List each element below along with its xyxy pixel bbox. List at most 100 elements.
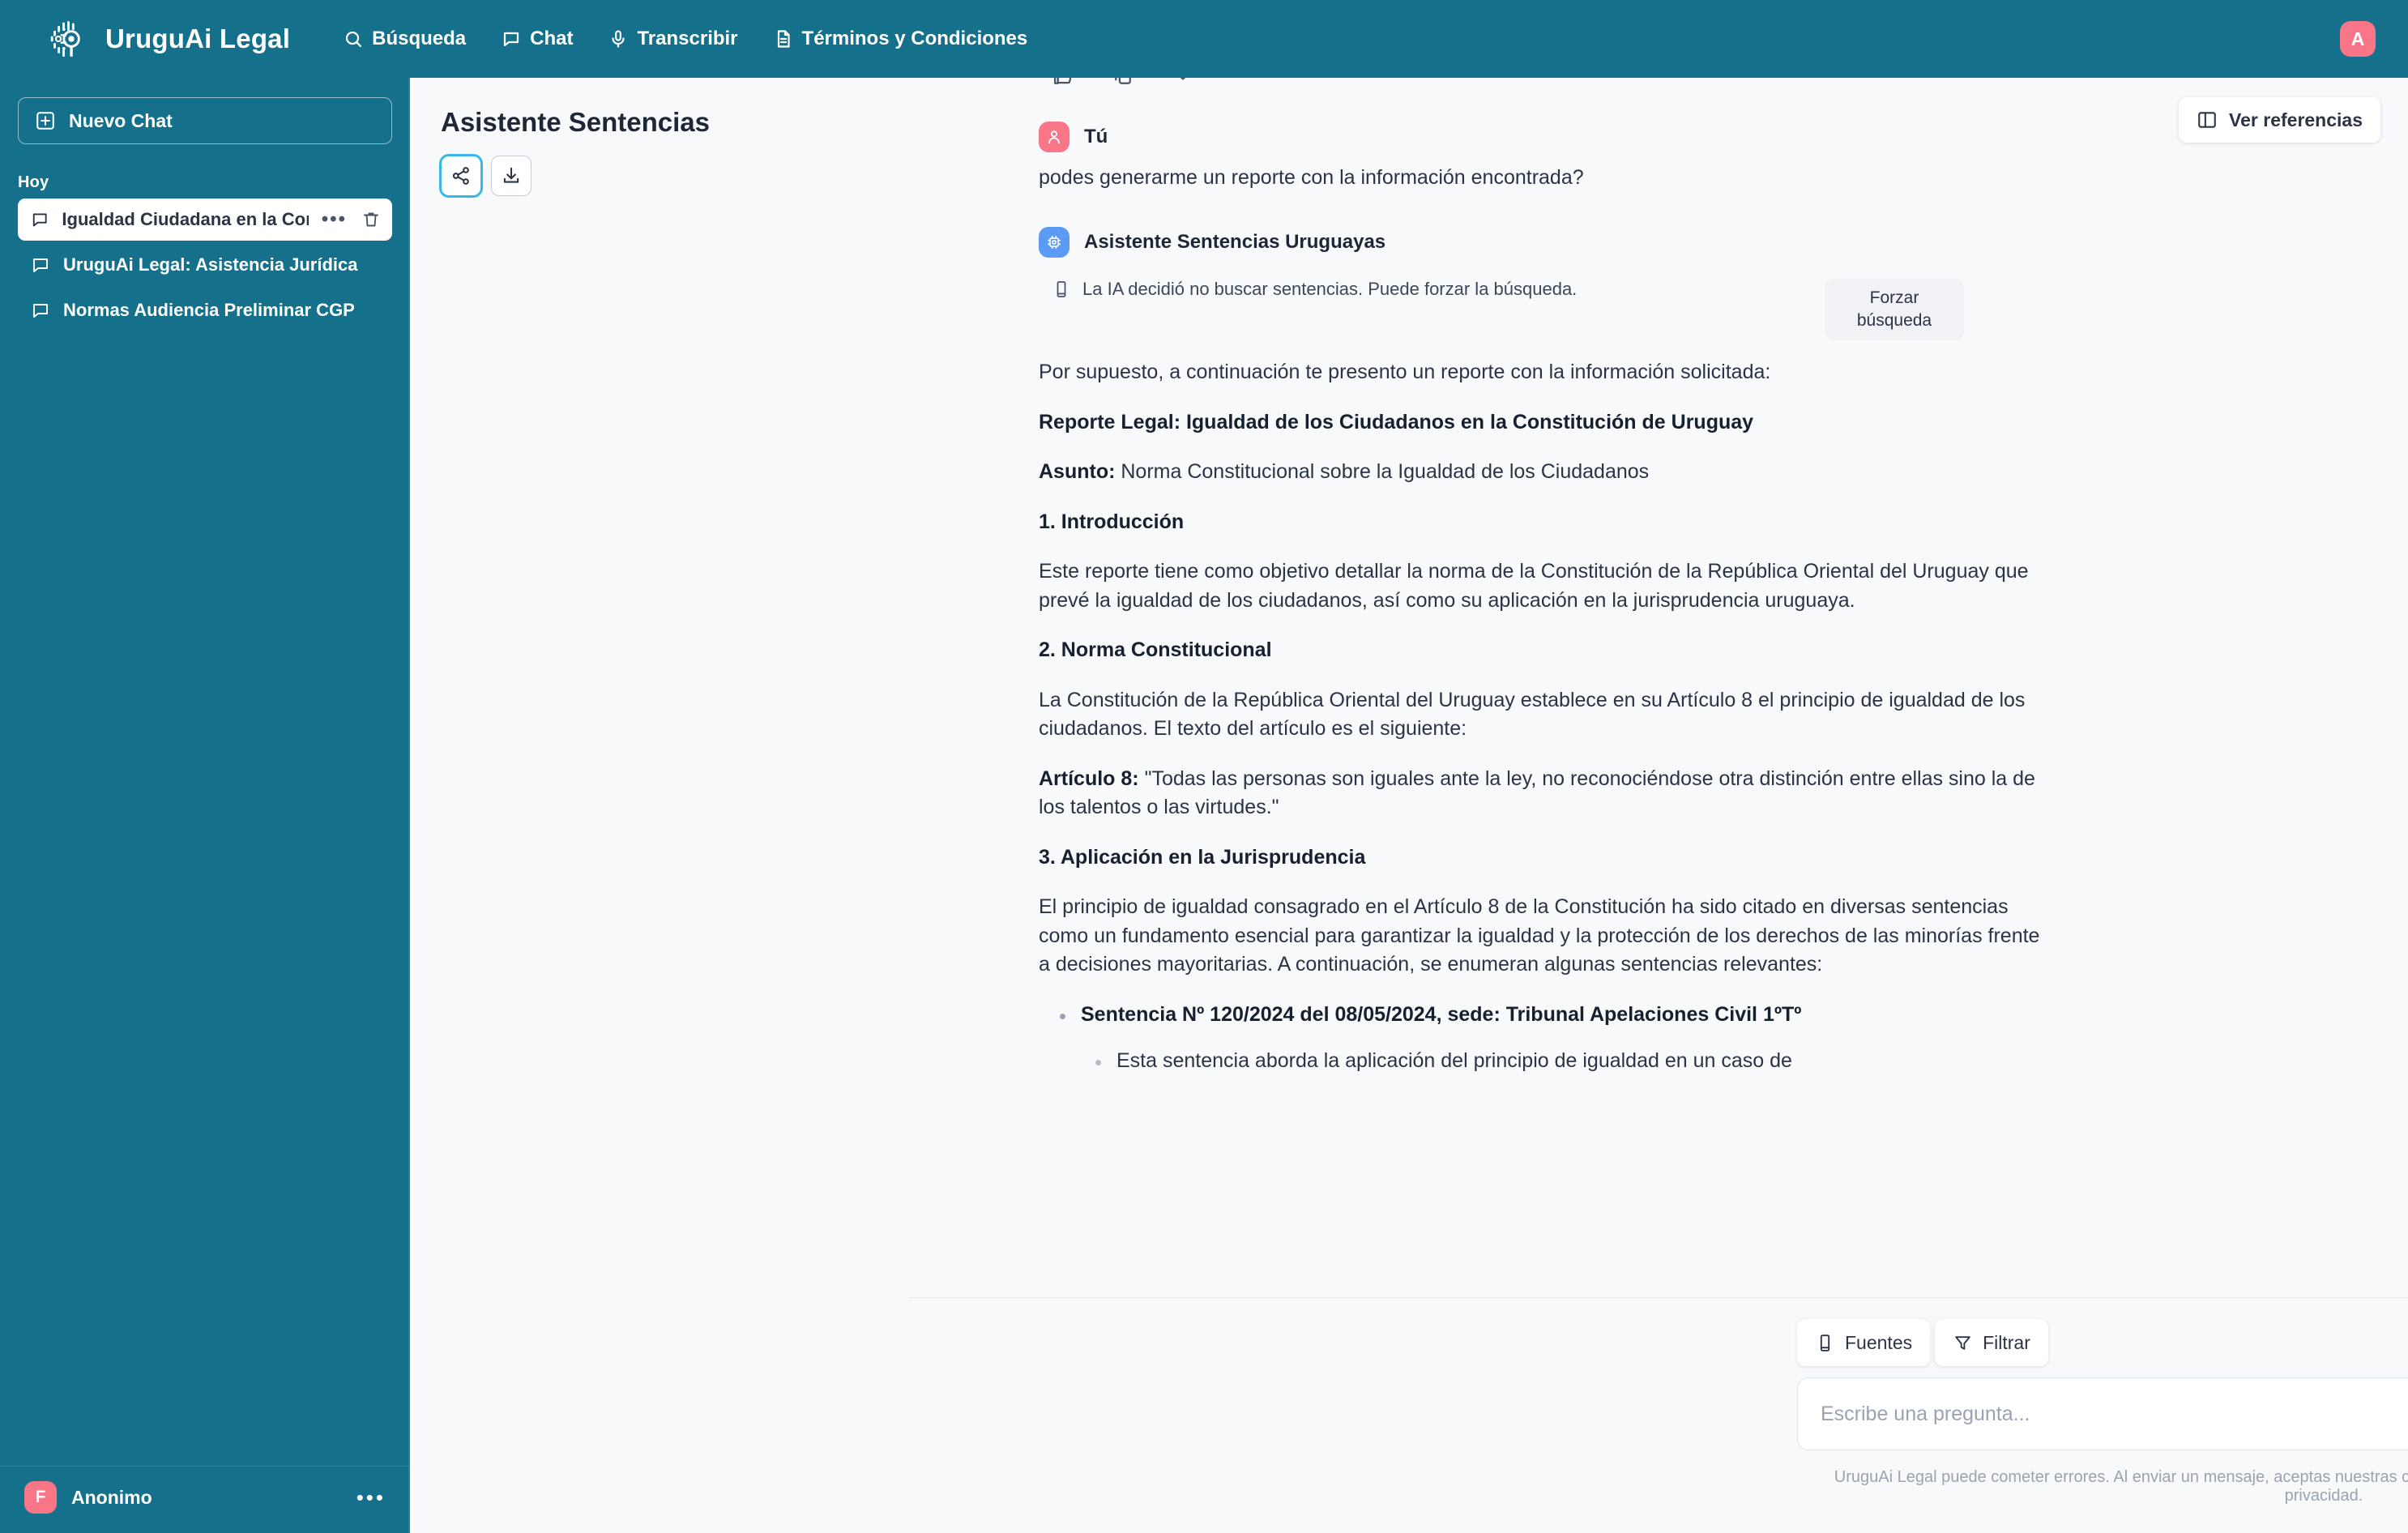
conversation-column: Tú podes generarme un reporte con la inf… (909, 66, 2408, 1533)
app-shell: Nuevo Chat Hoy Igualdad Ciudadana en la … (0, 66, 2408, 1533)
sidebar-section-label: Hoy (18, 173, 49, 191)
sources-label: Fuentes (1845, 1331, 1913, 1353)
sidebar-top: Nuevo Chat (0, 78, 410, 144)
page-title: Asistente Sentencias (441, 107, 710, 137)
assistant-message-header: Asistente Sentencias Uruguayas (1039, 226, 2051, 258)
user-message-body: podes generarme un reporte con la inform… (1039, 164, 2051, 193)
sentence-reference: Sentencia Nº 120/2024 del 08/05/2024, se… (1081, 1002, 1802, 1026)
book-icon (1820, 1334, 1830, 1352)
chat-history-list: Igualdad Ciudadana en la Cons ••• UruguA… (0, 199, 410, 331)
sources-button[interactable]: Fuentes (1797, 1319, 1931, 1366)
message-input-shell (1797, 1377, 2408, 1450)
report-subject-label: Asunto: (1039, 460, 1116, 484)
section-3-title: 3. Aplicación en la Jurisprudencia (1039, 845, 1366, 869)
new-chat-label: Nuevo Chat (69, 109, 173, 131)
nav-item-busqueda[interactable]: Búsqueda (340, 23, 469, 55)
user-message-text: podes generarme un reporte con la inform… (1039, 166, 1584, 189)
filter-icon (1955, 1335, 1970, 1350)
assistant-message-body: La IA decidió no buscar sentencias. Pued… (1039, 278, 2051, 1076)
force-search-button[interactable]: Forzar búsqueda (1825, 278, 1964, 341)
sidebar-chat-label: Igualdad Ciudadana en la Cons (62, 209, 309, 229)
section-3-body: El principio de igualdad consagrado en e… (1039, 895, 2040, 976)
top-navigation-bar: UruguAi Legal Búsqueda Chat Transcribir … (0, 0, 2408, 78)
sentence-list: Sentencia Nº 120/2024 del 08/05/2024, se… (1039, 1001, 2051, 1076)
section-1-body: Este reporte tiene como objetivo detalla… (1039, 560, 2029, 612)
user-message-author: Tú (1084, 126, 1108, 147)
user-message-header: Tú (1039, 122, 2051, 152)
report-subject: Asunto: Norma Constitucional sobre la Ig… (1039, 458, 2051, 487)
composer-disclaimer: UruguAi Legal puede cometer errores. Al … (1834, 1468, 2408, 1505)
assistant-message-author: Asistente Sentencias Uruguayas (1084, 230, 1386, 253)
share-button[interactable] (441, 156, 481, 196)
main-content: Ver referencias Asistente Sentencias Tú … (410, 66, 2408, 1533)
sidebar-chat-item-normas[interactable]: Normas Audiencia Preliminar CGP (18, 289, 392, 331)
download-button[interactable] (491, 156, 532, 196)
panel-right-icon (2198, 112, 2216, 128)
article-8-label: Artículo 8: (1039, 766, 1139, 790)
nav-item-chat[interactable]: Chat (498, 23, 576, 55)
sidebar: Nuevo Chat Hoy Igualdad Ciudadana en la … (0, 78, 410, 1533)
chat-bubble-icon (33, 258, 48, 272)
list-item: Sentencia Nº 120/2024 del 08/05/2024, se… (1060, 1001, 2051, 1076)
search-notice-text: La IA decidió no buscar sentencias. Pued… (1082, 278, 1578, 299)
assistant-intro-text: Por supuesto, a continuación te presento… (1039, 361, 1771, 384)
user-name: Anonimo (71, 1486, 152, 1508)
article-8-text: "Todas las personas son iguales ante la … (1039, 766, 2035, 819)
composer-chips: Fuentes Filtrar (1797, 1319, 2408, 1366)
user-avatar: F (24, 1481, 57, 1514)
search-notice-row: La IA decidió no buscar sentencias. Pued… (1039, 278, 2051, 341)
section-2-title: 2. Norma Constitucional (1039, 638, 1272, 662)
plus-square-icon (36, 112, 54, 130)
assistant-panel: Asistente Sentencias (410, 78, 909, 1533)
user-message: Tú podes generarme un reporte con la inf… (1039, 122, 2051, 193)
message-scroll-area[interactable]: Tú podes generarme un reporte con la inf… (909, 78, 2408, 1297)
new-chat-button[interactable]: Nuevo Chat (18, 97, 392, 144)
share-icon (452, 167, 469, 185)
brand-name: UruguAi Legal (105, 23, 291, 53)
sidebar-chat-item-igualdad[interactable]: Igualdad Ciudadana en la Cons ••• (18, 199, 392, 241)
message-input[interactable] (1798, 1378, 2408, 1450)
list-item: Esta sentencia aborda la aplicación del … (1095, 1047, 2051, 1076)
book-icon (1057, 280, 1066, 297)
article-8-quote: Artículo 8: "Todas las personas son igua… (1039, 765, 2051, 822)
nav-label-terminos: Términos y Condiciones (801, 28, 1028, 49)
search-icon (346, 31, 362, 48)
person-icon (1048, 130, 1060, 144)
sidebar-chat-label: Normas Audiencia Preliminar CGP (63, 300, 355, 320)
view-references-button[interactable]: Ver referencias (2179, 97, 2380, 143)
sidebar-chat-label: UruguAi Legal: Asistencia Jurídica (63, 254, 358, 275)
circuit-logo-icon (50, 21, 80, 57)
trash-icon[interactable] (361, 210, 381, 229)
scroll-fade (909, 1279, 2408, 1297)
assistant-message: Asistente Sentencias Uruguayas La IA dec… (1039, 226, 2051, 1076)
nav-label-busqueda: Búsqueda (372, 28, 467, 49)
sidebar-chat-item-asistencia[interactable]: UruguAi Legal: Asistencia Jurídica (18, 244, 392, 286)
document-icon (777, 30, 790, 48)
sentence-sublist: Esta sentencia aborda la aplicación del … (1081, 1047, 2051, 1076)
message-list: Tú podes generarme un reporte con la inf… (1039, 122, 2051, 1076)
bot-avatar-icon (1039, 226, 1070, 258)
chat-bubble-icon (33, 304, 48, 318)
user-avatar-icon (1039, 122, 1070, 152)
microphone-icon (612, 30, 625, 48)
sidebar-chat-more-icon[interactable]: ••• (322, 210, 347, 229)
view-references-label: Ver referencias (2229, 109, 2363, 130)
panel-actions (441, 156, 909, 196)
filter-label: Filtrar (1983, 1331, 2030, 1353)
top-nav-items: Búsqueda Chat Transcribir Términos y Con… (340, 23, 1031, 55)
user-menu-icon[interactable]: ••• (357, 1487, 386, 1508)
brand[interactable]: UruguAi Legal (45, 17, 290, 61)
section-2-body: La Constitución de la República Oriental… (1039, 688, 2026, 741)
sidebar-user-footer[interactable]: F Anonimo ••• (0, 1466, 410, 1533)
filter-button[interactable]: Filtrar (1935, 1319, 2048, 1366)
nav-label-chat: Chat (530, 28, 574, 49)
composer-area: Fuentes Filtrar UruguAi Leg (909, 1297, 2408, 1533)
nav-item-terminos[interactable]: Términos y Condiciones (771, 23, 1031, 55)
report-title: Reporte Legal: Igualdad de los Ciudadano… (1039, 410, 1754, 433)
account-avatar[interactable]: A (2340, 21, 2376, 57)
section-1-title: 1. Introducción (1039, 510, 1185, 533)
nav-item-transcribir[interactable]: Transcribir (605, 23, 741, 55)
search-notice: La IA decidió no buscar sentencias. Pued… (1039, 279, 1577, 300)
nav-label-transcribir: Transcribir (637, 28, 738, 49)
